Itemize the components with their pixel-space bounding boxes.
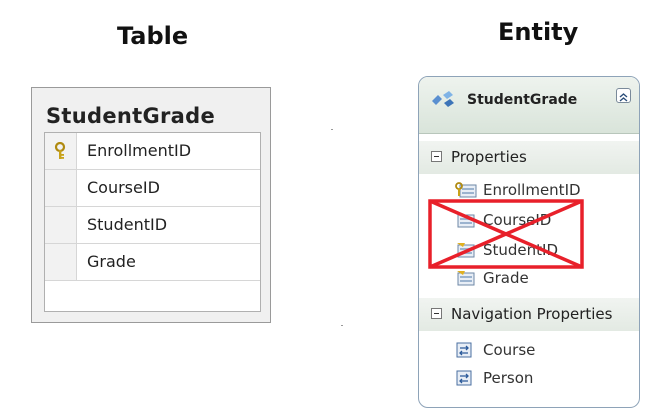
row-selector (45, 170, 77, 206)
entity-icon (432, 91, 454, 107)
table-column-name: CourseID (87, 178, 160, 197)
removed-properties-cross (428, 199, 584, 269)
navigation-property[interactable]: Person (455, 367, 635, 393)
table-column-name: Grade (87, 252, 136, 271)
table-name: StudentGrade (46, 104, 216, 128)
table-row: CourseID (45, 170, 260, 207)
key-property-icon (455, 182, 477, 198)
navigation-property-icon (456, 370, 472, 386)
row-selector (45, 207, 77, 243)
navigation-property-icon (456, 342, 472, 358)
double-chevron-up-icon (619, 93, 628, 102)
table-row: EnrollmentID (45, 133, 260, 170)
primary-key-icon (54, 142, 66, 159)
collapse-button[interactable] (616, 88, 631, 103)
row-selector (45, 133, 77, 169)
navigation-name: Person (483, 369, 534, 387)
table-heading: Table (117, 22, 189, 50)
property-icon (457, 271, 475, 286)
stray-dot (331, 129, 333, 130)
entity-property[interactable]: Grade (455, 267, 635, 293)
entity-heading: Entity (498, 18, 579, 46)
table-column-name: StudentID (87, 215, 168, 234)
properties-label: Properties (451, 148, 527, 166)
properties-section-header[interactable]: Properties (419, 141, 639, 174)
table-column-name: EnrollmentID (87, 141, 192, 160)
row-selector (45, 244, 77, 280)
navigation-label: Navigation Properties (451, 305, 613, 323)
entity-name: StudentGrade (467, 92, 578, 108)
table-row: Grade (45, 244, 260, 281)
property-name: EnrollmentID (483, 181, 581, 199)
collapse-minus-icon[interactable] (431, 151, 442, 162)
navigation-name: Course (483, 341, 536, 359)
table-box: StudentGrade EnrollmentID CourseID Stude… (31, 87, 271, 323)
table-row: StudentID (45, 207, 260, 244)
navigation-section-header[interactable]: Navigation Properties (419, 298, 639, 331)
table-column-grid: EnrollmentID CourseID StudentID Grade (44, 132, 261, 312)
collapse-minus-icon[interactable] (431, 308, 442, 319)
property-name: Grade (483, 269, 529, 287)
entity-header: StudentGrade (419, 77, 639, 134)
navigation-property[interactable]: Course (455, 339, 635, 365)
stray-dot (341, 325, 343, 326)
